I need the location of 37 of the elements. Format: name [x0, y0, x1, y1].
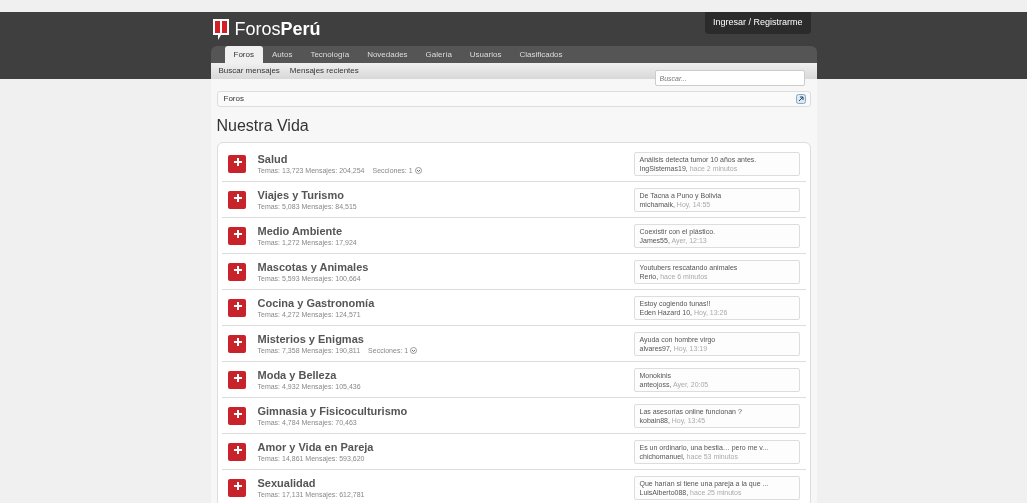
nav-tab[interactable]: Galería	[416, 46, 461, 63]
nav-tab[interactable]: Autos	[262, 46, 302, 63]
forum-icon	[227, 370, 246, 389]
dropdown-icon[interactable]	[410, 346, 418, 354]
forum-title[interactable]: Viajes y Turismo	[257, 188, 357, 202]
forum-icon	[227, 190, 246, 209]
forum-title[interactable]: Sexualidad	[257, 476, 365, 490]
dropdown-icon[interactable]	[414, 166, 422, 174]
nav-tab[interactable]: Tecnología	[301, 46, 359, 63]
forum-title[interactable]: Medio Ambiente	[257, 224, 357, 238]
section-title: Nuestra Vida	[216, 117, 310, 135]
nav-tab[interactable]: Usuarios	[460, 46, 511, 63]
forum-icon	[227, 334, 246, 353]
breadcrumb-link[interactable]: Foros	[223, 93, 244, 105]
forum-icon	[227, 226, 246, 245]
logo-text[interactable]: ForosPerú	[234, 15, 321, 43]
forum-title[interactable]: Amor y Vida en Pareja	[257, 440, 374, 454]
forum-icon	[227, 478, 246, 497]
jump-icon[interactable]	[795, 94, 806, 104]
forum-icon	[227, 154, 246, 173]
nav-tab[interactable]: Novedades	[358, 46, 417, 63]
forum-title[interactable]: Moda y Belleza	[257, 368, 361, 382]
forum-icon	[227, 442, 246, 461]
login-link[interactable]: Ingresar / Registrarme	[704, 12, 811, 34]
nav-tab[interactable]: Foros	[224, 46, 263, 63]
forum-title[interactable]: Gimnasia y Fisicoculturismo	[257, 404, 408, 418]
subnav-link[interactable]: Mensajes recientes	[289, 65, 359, 77]
forum-icon	[227, 262, 246, 281]
forum-title[interactable]: Cocina y Gastronomía	[257, 296, 375, 310]
forum-title[interactable]: Mascotas y Animales	[257, 260, 369, 274]
forum-title[interactable]: Salud	[257, 152, 422, 166]
forum-title[interactable]: Misterios y Enigmas	[257, 332, 418, 346]
forum-icon	[227, 298, 246, 317]
nav-tab[interactable]: Clasificados	[510, 46, 572, 63]
forum-icon	[227, 406, 246, 425]
subnav-link[interactable]: Buscar mensajes	[218, 65, 280, 77]
logo-icon	[210, 17, 231, 41]
